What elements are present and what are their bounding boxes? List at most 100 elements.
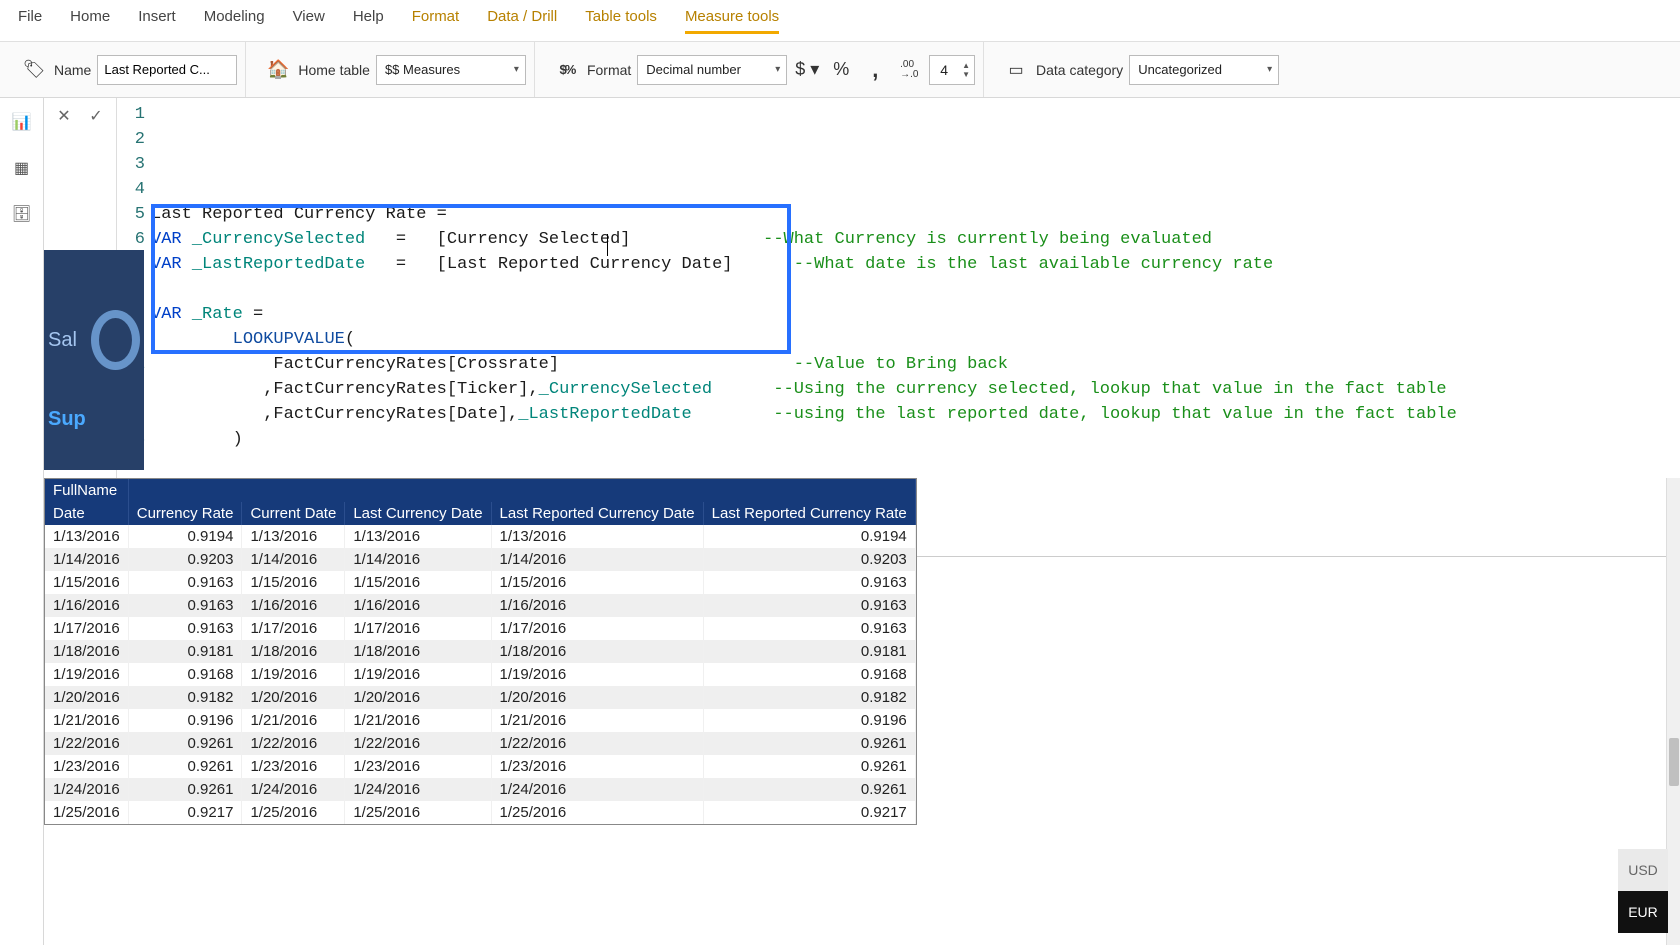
table-cell: 1/18/2016 [491,640,703,663]
table-cell: 1/21/2016 [345,709,491,732]
ribbon-tab-home[interactable]: Home [70,8,110,34]
table-cell: 1/13/2016 [45,525,128,548]
report-view-button[interactable]: 📊 [8,108,36,136]
ribbon-tab-modeling[interactable]: Modeling [204,8,265,34]
column-header[interactable]: Currency Rate [128,502,242,525]
cancel-formula-button[interactable]: ✕ [50,104,78,128]
text-cursor [607,234,608,256]
data-view-button[interactable]: ▦ [8,154,36,182]
table-cell: 0.9261 [703,732,915,755]
bg-text-1: Sal [48,329,77,352]
model-view-button[interactable]: 🗄 [8,200,36,228]
column-header[interactable]: Last Reported Currency Rate [703,502,915,525]
table-cell: 1/15/2016 [45,571,128,594]
table-visual[interactable]: FullName DateCurrency RateCurrent DateLa… [44,478,917,825]
format-dropdown[interactable]: Decimal number [637,55,787,85]
table-row[interactable]: 1/22/20160.92611/22/20161/22/20161/22/20… [45,732,915,755]
tag-icon [20,56,48,84]
table-cell: 0.9203 [128,548,242,571]
column-header[interactable]: Last Currency Date [345,502,491,525]
formula-line: VAR _CurrencySelected = [Currency Select… [151,227,1680,252]
formula-line: ,FactCurrencyRates[Date],_LastReportedDa… [151,402,1680,427]
table-cell: 1/16/2016 [45,594,128,617]
commit-formula-button[interactable]: ✓ [82,104,110,128]
vertical-scrollbar[interactable] [1666,478,1680,945]
table-cell: 0.9182 [703,686,915,709]
table-cell: 0.9261 [703,755,915,778]
table-row[interactable]: 1/21/20160.91961/21/20161/21/20161/21/20… [45,709,915,732]
table-row[interactable]: 1/25/20160.92171/25/20161/25/20161/25/20… [45,801,915,824]
table-row[interactable]: 1/16/20160.91631/16/20161/16/20161/16/20… [45,594,915,617]
ribbon-tab-format[interactable]: Format [412,8,460,34]
home-table-dropdown[interactable]: $$ Measures [376,55,526,85]
table-cell: 1/18/2016 [45,640,128,663]
table-cell: 1/24/2016 [242,778,345,801]
table-cell: 0.9168 [128,663,242,686]
currency-format-button[interactable]: $ ▾ [793,56,821,84]
ribbon-tab-file[interactable]: File [18,8,42,34]
table-cell: 1/19/2016 [345,663,491,686]
decimal-precision-icon: .00 →.0 [895,56,923,84]
measure-tools-toolbar: Name Home table $$ Measures Format Decim… [0,42,1680,98]
decimal-places-stepper[interactable]: 4 ▲▼ [929,55,975,85]
table-cell: 0.9168 [703,663,915,686]
table-cell: 1/13/2016 [242,525,345,548]
table-cell: 1/25/2016 [45,801,128,824]
table-cell: 1/19/2016 [242,663,345,686]
table-cell: 1/21/2016 [491,709,703,732]
column-header[interactable]: Date [45,502,128,525]
formula-line: LOOKUPVALUE( [151,327,1680,352]
table-row[interactable]: 1/23/20160.92611/23/20161/23/20161/23/20… [45,755,915,778]
view-rail: 📊 ▦ 🗄 [0,98,44,945]
table-cell: 0.9182 [128,686,242,709]
table-row[interactable]: 1/24/20160.92611/24/20161/24/20161/24/20… [45,778,915,801]
ribbon-tab-table-tools[interactable]: Table tools [585,8,657,34]
table-cell: 0.9163 [128,571,242,594]
home-icon [264,56,292,84]
table-cell: 1/24/2016 [345,778,491,801]
table-cell: 0.9203 [703,548,915,571]
table-row[interactable]: 1/14/20160.92031/14/20161/14/20161/14/20… [45,548,915,571]
table-cell: 1/20/2016 [345,686,491,709]
table-row[interactable]: 1/13/20160.91941/13/20161/13/20161/13/20… [45,525,915,548]
ribbon-tab-view[interactable]: View [293,8,325,34]
name-label: Name [54,62,91,78]
table-row[interactable]: 1/15/20160.91631/15/20161/15/20161/15/20… [45,571,915,594]
table-cell: 0.9163 [703,571,915,594]
formula-line: Last Reported Currency Rate = [151,202,1680,227]
ribbon-tab-help[interactable]: Help [353,8,384,34]
formula-line [151,452,1680,477]
ribbon-tab-data-drill[interactable]: Data / Drill [487,8,557,34]
table-row[interactable]: 1/19/20160.91681/19/20161/19/20161/19/20… [45,663,915,686]
column-header[interactable]: Last Reported Currency Date [491,502,703,525]
table-cell: 1/22/2016 [242,732,345,755]
report-canvas: Sal Sup ✕ ✓ 1234567891011121314 Last Rep… [44,98,1680,945]
table-cell: 1/15/2016 [491,571,703,594]
table-cell: 0.9181 [128,640,242,663]
gear-icon [91,310,140,370]
table-cell: 1/22/2016 [491,732,703,755]
table-cell: 1/19/2016 [45,663,128,686]
column-header[interactable]: Current Date [242,502,345,525]
table-cell: 0.9163 [703,617,915,640]
data-category-label: Data category [1036,62,1123,78]
table-cell: 0.9163 [128,594,242,617]
table-cell: 1/15/2016 [345,571,491,594]
measure-name-input[interactable] [97,55,237,85]
table-row[interactable]: 1/17/20160.91631/17/20161/17/20161/17/20… [45,617,915,640]
ribbon-tab-measure-tools[interactable]: Measure tools [685,8,779,34]
category-icon [1002,56,1030,84]
currency-usd-button[interactable]: USD [1618,849,1668,891]
data-category-dropdown[interactable]: Uncategorized [1129,55,1279,85]
percent-format-button[interactable]: % [827,56,855,84]
currency-eur-button[interactable]: EUR [1618,891,1668,933]
table-cell: 1/16/2016 [345,594,491,617]
table-row[interactable]: 1/20/20160.91821/20/20161/20/20161/20/20… [45,686,915,709]
ribbon-tab-insert[interactable]: Insert [138,8,176,34]
table-cell: 0.9181 [703,640,915,663]
table-cell: 1/25/2016 [242,801,345,824]
thousands-separator-button[interactable]: , [861,56,889,84]
table-row[interactable]: 1/18/20160.91811/18/20161/18/20161/18/20… [45,640,915,663]
table-cell: 0.9194 [703,525,915,548]
table-cell: 1/17/2016 [491,617,703,640]
